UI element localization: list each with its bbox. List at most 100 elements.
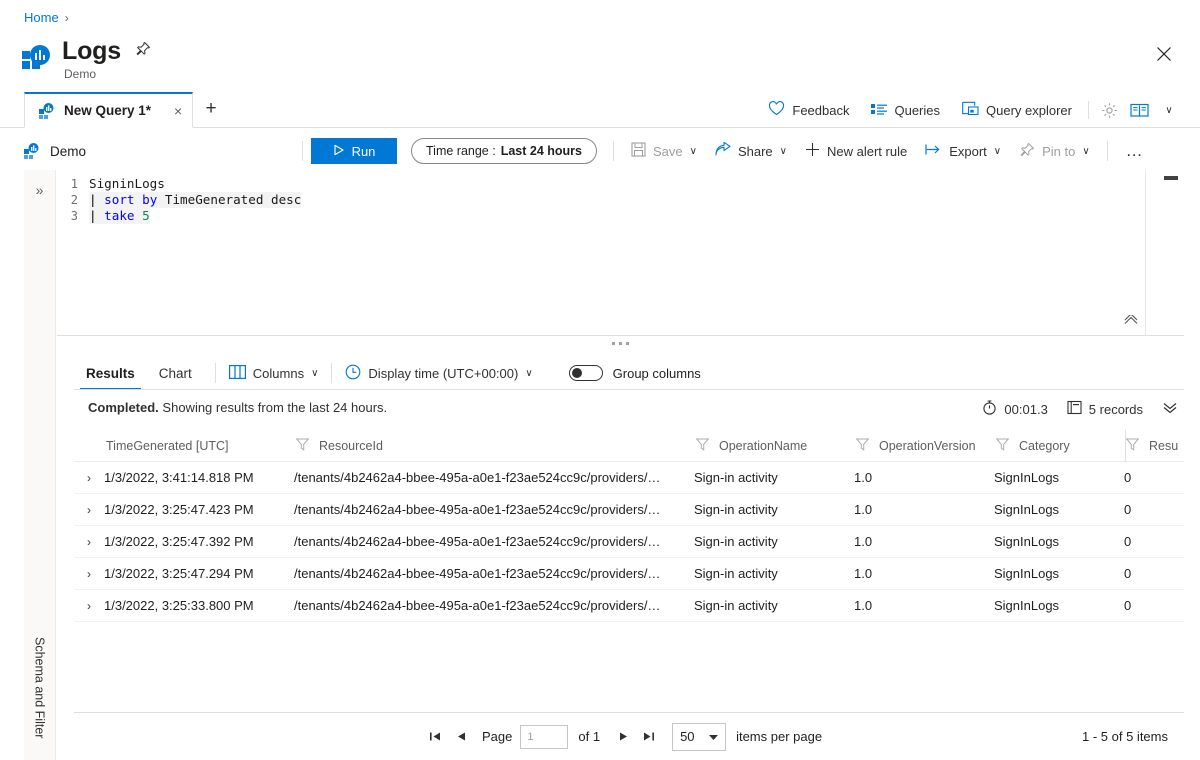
close-blade-button[interactable] [1148, 38, 1180, 70]
save-button[interactable]: Save ∨ [622, 137, 706, 165]
share-button[interactable]: Share ∨ [706, 137, 796, 165]
cell-resourceid: /tenants/4b2462a4-bbee-495a-a0e1-f23ae52… [294, 470, 661, 485]
column-header-category[interactable]: Category [995, 438, 1126, 454]
cell-resourceid: /tenants/4b2462a4-bbee-495a-a0e1-f23ae52… [294, 534, 661, 549]
group-columns-toggle[interactable] [568, 365, 603, 381]
column-header-label: Resu [1149, 438, 1179, 453]
column-header-resulttype[interactable]: Resu [1125, 438, 1186, 454]
add-query-tab-button[interactable]: + [200, 99, 222, 118]
code-text: SigninLogs [89, 176, 165, 191]
filter-icon[interactable] [995, 438, 1010, 454]
cell-timegenerated: 1/3/2022, 3:41:14.818 PM [104, 470, 254, 485]
cell-timegenerated: 1/3/2022, 3:25:47.392 PM [104, 534, 254, 549]
row-expand-icon[interactable]: › [74, 567, 104, 581]
column-header-timegenerated[interactable]: TimeGenerated [UTC] [106, 439, 296, 453]
results-divider-1 [214, 363, 216, 383]
filter-icon[interactable] [855, 438, 870, 454]
cell-operationversion: 1.0 [854, 534, 873, 549]
cell-timegenerated: 1/3/2022, 3:25:47.294 PM [104, 566, 254, 581]
page-input[interactable] [520, 724, 569, 749]
gear-icon[interactable] [1094, 95, 1124, 125]
run-button[interactable]: Run [311, 138, 397, 164]
query-explorer-label: Query explorer [986, 102, 1072, 118]
display-time-button[interactable]: Display time (UTC+00:00) ∨ [343, 364, 534, 383]
pin-to-button[interactable]: Pin to ∨ [1010, 137, 1099, 165]
guide-chevron-down-icon[interactable]: ∨ [1154, 95, 1184, 125]
pin-icon[interactable] [135, 41, 151, 61]
group-columns-label: Group columns [612, 365, 701, 381]
feedback-button[interactable]: Feedback [757, 95, 860, 125]
expand-schema-icon[interactable]: » [36, 182, 44, 198]
column-header-resourceid[interactable]: ResourceId [295, 438, 696, 454]
export-chevron-down-icon: ∨ [993, 145, 1002, 157]
items-per-page-select[interactable]: 50 [672, 722, 727, 751]
next-page-icon[interactable] [610, 724, 636, 750]
expand-status-icon[interactable] [1162, 402, 1178, 417]
cell-operationname: Sign-in activity [694, 566, 778, 581]
cell-category: SignInLogs [994, 470, 1060, 485]
chevron-down-icon [709, 729, 719, 744]
filter-icon[interactable] [695, 438, 710, 454]
previous-page-icon[interactable] [448, 724, 474, 750]
new-alert-rule-label: New alert rule [826, 143, 908, 159]
book-icon[interactable] [1124, 95, 1154, 125]
column-header-operationversion[interactable]: OperationVersion [855, 438, 996, 454]
table-row[interactable]: › 1/3/2022, 3:41:14.818 PM /tenants/4b24… [74, 462, 1184, 494]
workspace-selector[interactable]: Demo [24, 143, 294, 159]
first-page-icon[interactable] [422, 724, 448, 750]
queries-button[interactable]: Queries [860, 95, 951, 125]
columns-button[interactable]: Columns ∨ [227, 364, 321, 382]
play-icon [333, 144, 345, 159]
breadcrumb-separator-icon: › [64, 10, 69, 25]
cell-resourceid: /tenants/4b2462a4-bbee-495a-a0e1-f23ae52… [294, 502, 661, 517]
filter-icon[interactable] [1125, 438, 1140, 454]
clock-icon [345, 364, 361, 383]
export-button[interactable]: Export ∨ [916, 137, 1010, 165]
line-number: 2 [70, 193, 78, 207]
blade-title-row: Logs ellipsis-icon Demo [22, 38, 178, 81]
collapse-editor-button[interactable] [1116, 309, 1146, 331]
table-row[interactable]: › 1/3/2022, 3:25:33.800 PM /tenants/4b24… [74, 590, 1184, 622]
breadcrumb-home[interactable]: Home [24, 10, 59, 25]
display-time-chevron-down-icon: ∨ [525, 367, 533, 379]
cell-category: SignInLogs [994, 566, 1060, 581]
last-page-icon[interactable] [636, 724, 662, 750]
new-alert-rule-button[interactable]: New alert rule [796, 137, 916, 165]
code-line-3: 3 | take 5 [57, 208, 301, 224]
query-tab-close-icon[interactable]: × [174, 103, 182, 119]
table-row[interactable]: › 1/3/2022, 3:25:47.392 PM /tenants/4b24… [74, 526, 1184, 558]
tab-chart[interactable]: Chart [147, 356, 204, 390]
filter-icon[interactable] [295, 438, 310, 454]
results-toolbar-underline [74, 389, 1184, 390]
table-row[interactable]: › 1/3/2022, 3:25:47.423 PM /tenants/4b24… [74, 494, 1184, 526]
column-header-label: OperationName [719, 438, 808, 453]
tab-results[interactable]: Results [74, 356, 147, 390]
row-expand-icon[interactable]: › [74, 471, 104, 485]
row-expand-icon[interactable]: › [74, 503, 104, 517]
row-expand-icon[interactable]: › [74, 535, 104, 549]
cell-operationname: Sign-in activity [694, 470, 778, 485]
query-editor[interactable]: 1 SigninLogs 2 | sort by TimeGenerated d… [57, 170, 1184, 336]
cell-operationversion: 1.0 [854, 566, 873, 581]
query-code[interactable]: 1 SigninLogs 2 | sort by TimeGenerated d… [57, 176, 302, 224]
share-label: Share [737, 143, 773, 159]
query-tab-new-query-1[interactable]: New Query 1* × [24, 92, 194, 128]
editor-results-splitter[interactable] [57, 338, 1184, 348]
cell-category: SignInLogs [994, 598, 1060, 613]
editor-scrollbar[interactable] [1164, 176, 1178, 180]
schema-filter-rail[interactable]: » Schema and Filter [24, 170, 56, 760]
time-range-picker[interactable]: Time range : Last 24 hours [411, 138, 597, 164]
share-icon [715, 141, 731, 160]
run-label: Run [351, 143, 376, 159]
command-bar-more-button[interactable]: … [1116, 141, 1154, 161]
record-count: 5 records [1067, 400, 1143, 418]
column-header-operationname[interactable]: OperationName [695, 438, 856, 454]
query-explorer-button[interactable]: Query explorer [951, 95, 1083, 125]
plus-icon [805, 142, 820, 160]
share-chevron-down-icon: ∨ [779, 145, 787, 157]
row-expand-icon[interactable]: › [74, 599, 104, 613]
line-number: 1 [70, 177, 78, 191]
columns-chevron-down-icon: ∨ [311, 367, 319, 379]
results-pagination: Page of 1 50 items per page 1 - 5 of 5 i… [74, 712, 1184, 760]
table-row[interactable]: › 1/3/2022, 3:25:47.294 PM /tenants/4b24… [74, 558, 1184, 590]
